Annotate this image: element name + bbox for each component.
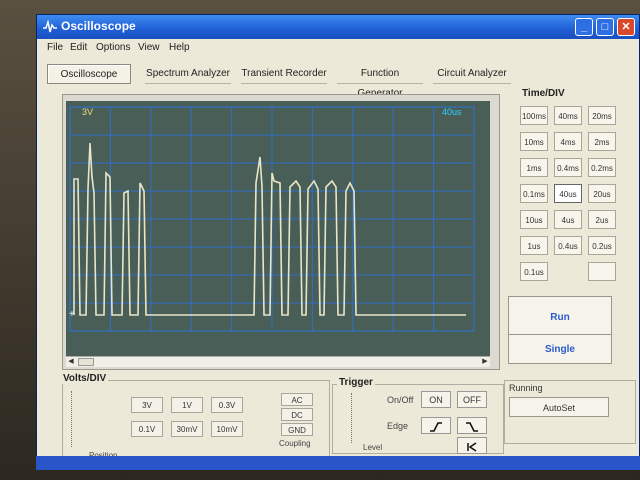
- menu-view[interactable]: View: [138, 42, 160, 53]
- menu-bar: File Edit Options View Help: [37, 39, 639, 57]
- taskbar: [36, 456, 640, 470]
- signal-trace: [73, 142, 466, 316]
- timediv-button-blank[interactable]: [588, 262, 616, 281]
- single-button[interactable]: Single: [508, 334, 612, 364]
- trigger-off-button[interactable]: OFF: [457, 391, 487, 408]
- timediv-button-100ms[interactable]: 100ms: [520, 106, 548, 125]
- scroll-right-icon[interactable]: ▶: [480, 357, 490, 367]
- menu-options[interactable]: Options: [96, 42, 130, 53]
- volts-button-10mv[interactable]: 10mV: [211, 421, 243, 437]
- timediv-button-0-2us[interactable]: 0.2us: [588, 236, 616, 255]
- rising-edge-button[interactable]: [421, 417, 451, 434]
- tab-function-generator[interactable]: Function Generator: [337, 64, 423, 99]
- timediv-button-2ms[interactable]: 2ms: [588, 132, 616, 151]
- timediv-button-4us[interactable]: 4us: [554, 210, 582, 229]
- coupling-label: Coupling: [279, 439, 311, 448]
- zero-marker: +: [69, 309, 75, 320]
- running-label: Running: [509, 383, 543, 393]
- tab-spectrum-analyzer[interactable]: Spectrum Analyzer: [145, 64, 231, 84]
- timediv-button-1ms[interactable]: 1ms: [520, 158, 548, 177]
- falling-edge-button[interactable]: [457, 417, 487, 434]
- timediv-button-40us[interactable]: 40us: [554, 184, 582, 203]
- window-title: Oscilloscope: [61, 19, 136, 33]
- onoff-label: On/Off: [387, 395, 414, 405]
- volts-button-1v[interactable]: 1V: [171, 397, 203, 413]
- horizontal-scrollbar[interactable]: ◀ ▶: [66, 356, 490, 367]
- scope-plot: 3V 40us +: [69, 106, 475, 332]
- trigger-reset-button[interactable]: [457, 437, 487, 454]
- tab-strip: Oscilloscope Spectrum Analyzer Transient…: [37, 59, 639, 99]
- timediv-button-0-1ms[interactable]: 0.1ms: [520, 184, 548, 203]
- timediv-button-2us[interactable]: 2us: [588, 210, 616, 229]
- scroll-left-icon[interactable]: ◀: [66, 357, 76, 367]
- timediv-button-4ms[interactable]: 4ms: [554, 132, 582, 151]
- volts-button-0-3v[interactable]: 0.3V: [211, 397, 243, 413]
- level-label: Level: [363, 443, 383, 452]
- trigger-label: Trigger: [337, 377, 375, 388]
- close-button[interactable]: ✕: [617, 18, 635, 36]
- menu-help[interactable]: Help: [169, 42, 190, 53]
- tab-transient-recorder[interactable]: Transient Recorder: [241, 64, 327, 84]
- running-group: Running AutoSet: [504, 380, 636, 444]
- timediv-button-1us[interactable]: 1us: [520, 236, 548, 255]
- scope-screen: 3V 40us +: [66, 101, 490, 357]
- volts-div-label: Volts/DIV: [61, 373, 109, 384]
- run-button[interactable]: Run: [508, 296, 612, 338]
- tab-circuit-analyzer[interactable]: Circuit Analyzer: [433, 64, 511, 84]
- time-div-label: Time/DIV: [522, 88, 565, 99]
- timediv-button-10us[interactable]: 10us: [520, 210, 548, 229]
- volts-readout: 3V: [82, 107, 93, 117]
- position-slider[interactable]: [71, 391, 76, 447]
- volts-button-0-1v[interactable]: 0.1V: [131, 421, 163, 437]
- timediv-button-0-4ms[interactable]: 0.4ms: [554, 158, 582, 177]
- rising-edge-icon: [430, 421, 442, 432]
- time-readout: 40us: [442, 107, 462, 117]
- trigger-on-button[interactable]: ON: [421, 391, 451, 408]
- timediv-button-20us[interactable]: 20us: [588, 184, 616, 203]
- trigger-group: Trigger Level On/Off ON OFF Edge: [332, 377, 504, 454]
- trigger-level-slider[interactable]: [351, 393, 356, 443]
- falling-edge-icon: [466, 421, 478, 432]
- coupling-ac-button[interactable]: AC: [281, 393, 313, 406]
- menu-file[interactable]: File: [47, 42, 63, 53]
- minimize-button[interactable]: _: [575, 18, 593, 36]
- timediv-button-10ms[interactable]: 10ms: [520, 132, 548, 151]
- timediv-button-0-2ms[interactable]: 0.2ms: [588, 158, 616, 177]
- tab-oscilloscope[interactable]: Oscilloscope: [47, 64, 131, 84]
- skip-back-icon: [467, 442, 477, 452]
- autoset-button[interactable]: AutoSet: [509, 397, 609, 417]
- maximize-button[interactable]: □: [596, 18, 614, 36]
- volts-button-3v[interactable]: 3V: [131, 397, 163, 413]
- volts-button-30mv[interactable]: 30mV: [171, 421, 203, 437]
- timediv-button-40ms[interactable]: 40ms: [554, 106, 582, 125]
- title-bar[interactable]: Oscilloscope _ □ ✕: [37, 15, 639, 39]
- menu-edit[interactable]: Edit: [70, 42, 87, 53]
- timediv-button-0-4us[interactable]: 0.4us: [554, 236, 582, 255]
- timediv-button-20ms[interactable]: 20ms: [588, 106, 616, 125]
- scroll-thumb[interactable]: [78, 358, 94, 366]
- coupling-gnd-button[interactable]: GND: [281, 423, 313, 436]
- waveform-icon: [43, 20, 57, 33]
- time-div-panel: Time/DIV 100ms 40ms 20ms 10ms 4ms 2ms 1ms 0.4ms…: [506, 88, 636, 364]
- edge-label: Edge: [387, 421, 409, 431]
- timediv-button-0-1us[interactable]: 0.1us: [520, 262, 548, 281]
- coupling-dc-button[interactable]: DC: [281, 408, 313, 421]
